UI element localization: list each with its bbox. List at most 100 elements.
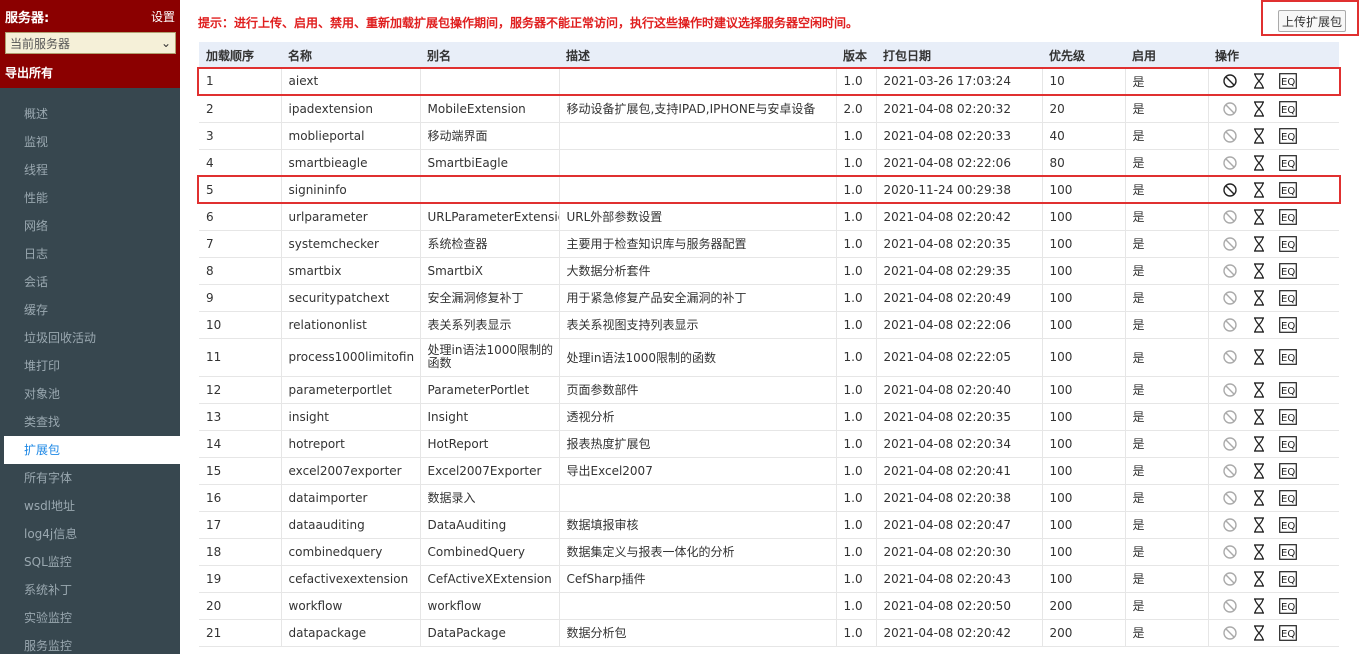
reload-icon[interactable]: [1245, 73, 1274, 89]
reload-icon[interactable]: [1245, 127, 1274, 144]
sidebar-item[interactable]: 垃圾回收活动: [0, 324, 180, 352]
eq-icon[interactable]: EQ: [1274, 127, 1303, 144]
sidebar-item[interactable]: 服务监控: [0, 632, 180, 660]
sidebar-item[interactable]: 性能: [0, 184, 180, 212]
table-row: 13 insight Insight 透视分析 1.0 2021-04-08 02:20:…: [199, 403, 1339, 430]
eq-icon[interactable]: EQ: [1274, 181, 1303, 198]
eq-icon[interactable]: EQ: [1274, 408, 1303, 425]
reload-icon[interactable]: [1245, 516, 1274, 533]
sidebar-item[interactable]: log4j信息: [0, 520, 180, 548]
disable-icon[interactable]: [1216, 209, 1245, 224]
cell-priority: 100: [1042, 338, 1126, 376]
sidebar-item[interactable]: 类查找: [0, 408, 180, 436]
export-all-link[interactable]: 导出所有: [5, 64, 175, 81]
sidebar-item[interactable]: wsdl地址: [0, 492, 180, 520]
cell-name: urlparameter: [281, 203, 421, 230]
eq-icon[interactable]: EQ: [1274, 624, 1303, 641]
svg-text:EQ: EQ: [1281, 186, 1295, 197]
disable-icon[interactable]: [1216, 317, 1245, 332]
disable-icon[interactable]: [1216, 290, 1245, 305]
eq-icon[interactable]: EQ: [1274, 289, 1303, 306]
eq-icon[interactable]: EQ: [1274, 435, 1303, 452]
sidebar-item[interactable]: 系统补丁: [0, 576, 180, 604]
reload-icon[interactable]: [1245, 235, 1274, 252]
reload-icon[interactable]: [1245, 543, 1274, 560]
eq-icon[interactable]: EQ: [1274, 489, 1303, 506]
reload-icon[interactable]: [1245, 208, 1274, 225]
table-row: 3 moblieportal 移动端界面 1.0 2021-04-08 02:20:33…: [199, 122, 1339, 149]
cell-version: 1.0: [836, 149, 877, 176]
reload-icon[interactable]: [1245, 100, 1274, 117]
reload-icon[interactable]: [1245, 381, 1274, 398]
eq-icon[interactable]: EQ: [1274, 100, 1303, 117]
sidebar-item[interactable]: 缓存: [0, 296, 180, 324]
disable-icon[interactable]: [1216, 155, 1245, 170]
cell-desc: [559, 176, 837, 203]
cell-order: 15: [199, 457, 282, 484]
eq-icon[interactable]: EQ: [1274, 381, 1303, 398]
reload-icon[interactable]: [1245, 435, 1274, 452]
disable-icon[interactable]: [1216, 382, 1245, 397]
eq-icon[interactable]: EQ: [1274, 516, 1303, 533]
cell-order: 11: [199, 338, 282, 376]
disable-icon[interactable]: [1216, 544, 1245, 559]
cell-alias: SmartbiEagle: [420, 149, 560, 176]
eq-icon[interactable]: EQ: [1274, 462, 1303, 479]
eq-icon[interactable]: EQ: [1274, 349, 1303, 365]
disable-icon[interactable]: [1216, 409, 1245, 424]
eq-icon[interactable]: EQ: [1274, 73, 1303, 90]
eq-icon[interactable]: EQ: [1274, 235, 1303, 252]
sidebar-item[interactable]: 堆打印: [0, 352, 180, 380]
eq-icon[interactable]: EQ: [1274, 208, 1303, 225]
disable-icon[interactable]: [1216, 182, 1245, 197]
reload-icon[interactable]: [1245, 597, 1274, 614]
disable-icon[interactable]: [1216, 101, 1245, 116]
disable-icon[interactable]: [1216, 598, 1245, 613]
sidebar-item[interactable]: 线程: [0, 156, 180, 184]
sidebar-item[interactable]: 扩展包: [4, 436, 180, 464]
cell-alias: CombinedQuery: [420, 538, 560, 565]
disable-icon[interactable]: [1216, 263, 1245, 278]
reload-icon[interactable]: [1245, 181, 1274, 198]
reload-icon[interactable]: [1245, 349, 1274, 365]
disable-icon[interactable]: [1216, 74, 1245, 88]
reload-icon[interactable]: [1245, 570, 1274, 587]
reload-icon[interactable]: [1245, 316, 1274, 333]
upload-extension-button[interactable]: 上传扩展包: [1278, 10, 1346, 32]
reload-icon[interactable]: [1245, 408, 1274, 425]
disable-icon[interactable]: [1216, 463, 1245, 478]
eq-icon[interactable]: EQ: [1274, 316, 1303, 333]
sidebar-item[interactable]: 会话: [0, 268, 180, 296]
disable-icon[interactable]: [1216, 128, 1245, 143]
settings-link[interactable]: 设置: [151, 8, 175, 25]
reload-icon[interactable]: [1245, 462, 1274, 479]
disable-icon[interactable]: [1216, 625, 1245, 640]
reload-icon[interactable]: [1245, 489, 1274, 506]
disable-icon[interactable]: [1216, 236, 1245, 251]
sidebar-item[interactable]: 实验监控: [0, 604, 180, 632]
eq-icon[interactable]: EQ: [1274, 570, 1303, 587]
sidebar-item[interactable]: 对象池: [0, 380, 180, 408]
reload-icon[interactable]: [1245, 289, 1274, 306]
eq-icon[interactable]: EQ: [1274, 154, 1303, 171]
sidebar-item[interactable]: 日志: [0, 240, 180, 268]
server-select[interactable]: 当前服务器 ⌄: [5, 32, 176, 54]
disable-icon[interactable]: [1216, 350, 1245, 364]
disable-icon[interactable]: [1216, 490, 1245, 505]
table-row: 1 aiext 1.0 2021-03-26 17:03:24 10 是 EQ: [199, 68, 1339, 95]
reload-icon[interactable]: [1245, 624, 1274, 641]
eq-icon[interactable]: EQ: [1274, 543, 1303, 560]
disable-icon[interactable]: [1216, 517, 1245, 532]
disable-icon[interactable]: [1216, 571, 1245, 586]
sidebar-item[interactable]: 概述: [0, 100, 180, 128]
disable-icon[interactable]: [1216, 436, 1245, 451]
reload-icon[interactable]: [1245, 154, 1274, 171]
eq-icon[interactable]: EQ: [1274, 262, 1303, 279]
sidebar-item[interactable]: 监视: [0, 128, 180, 156]
reload-icon[interactable]: [1245, 262, 1274, 279]
sidebar-item[interactable]: 网络: [0, 212, 180, 240]
sidebar-item[interactable]: SQL监控: [0, 548, 180, 576]
eq-icon[interactable]: EQ: [1274, 597, 1303, 614]
sidebar-item[interactable]: 所有字体: [0, 464, 180, 492]
cell-version: 1.0: [836, 68, 877, 95]
